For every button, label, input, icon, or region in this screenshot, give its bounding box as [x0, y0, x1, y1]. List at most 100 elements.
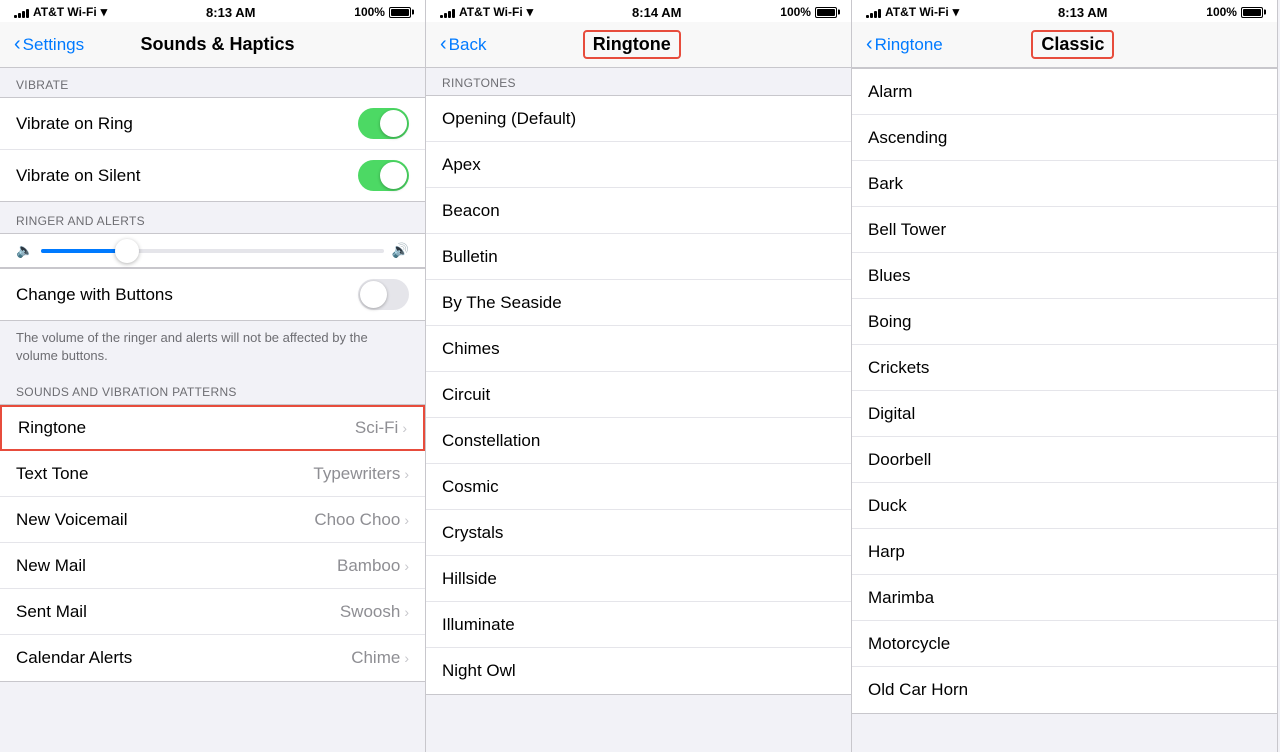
toggle-vibrate-ring[interactable]	[358, 108, 409, 139]
volume-slider-container: 🔈 🔊	[0, 233, 425, 268]
battery-icon-2	[815, 7, 837, 18]
value-new-mail: Bamboo ›	[337, 556, 409, 576]
list-item-4[interactable]: By The Seaside	[426, 280, 851, 326]
row-calendar-alerts[interactable]: Calendar Alerts Chime ›	[0, 635, 425, 681]
panel-classic: AT&T Wi-Fi ▾ 8:13 AM 100% ‹ Ringtone Cla…	[852, 0, 1278, 752]
battery-icon-3	[1241, 7, 1263, 18]
back-button-1[interactable]: ‹ Settings	[14, 33, 84, 56]
status-right-1: 100%	[354, 5, 411, 19]
list-item-12[interactable]: Night Owl	[426, 648, 851, 694]
sounds-group: Ringtone Sci-Fi › Text Tone Typewriters …	[0, 404, 425, 682]
row-text-tone[interactable]: Text Tone Typewriters ›	[0, 451, 425, 497]
classic-item-12[interactable]: Motorcycle	[852, 621, 1277, 667]
value-calendar-alerts: Chime ›	[351, 648, 409, 668]
time-1: 8:13 AM	[206, 5, 255, 20]
row-new-voicemail[interactable]: New Voicemail Choo Choo ›	[0, 497, 425, 543]
list-item-6[interactable]: Circuit	[426, 372, 851, 418]
nav-bar-1: ‹ Settings Sounds & Haptics	[0, 22, 425, 68]
row-vibrate-silent[interactable]: Vibrate on Silent	[0, 150, 425, 201]
battery-pct-1: 100%	[354, 5, 385, 19]
status-left-2: AT&T Wi-Fi ▾	[440, 4, 533, 20]
row-new-mail[interactable]: New Mail Bamboo ›	[0, 543, 425, 589]
list-item-10[interactable]: Hillside	[426, 556, 851, 602]
list-item-5[interactable]: Chimes	[426, 326, 851, 372]
classic-item-9[interactable]: Duck	[852, 483, 1277, 529]
status-bar-1: AT&T Wi-Fi ▾ 8:13 AM 100%	[0, 0, 425, 22]
row-change-buttons[interactable]: Change with Buttons	[0, 269, 425, 320]
chevron-calendar-alerts: ›	[404, 650, 409, 666]
carrier-2: AT&T Wi-Fi	[459, 5, 523, 19]
classic-item-1[interactable]: Ascending	[852, 115, 1277, 161]
status-left-1: AT&T Wi-Fi ▾	[14, 4, 107, 20]
chevron-new-mail: ›	[404, 558, 409, 574]
battery-icon-1	[389, 7, 411, 18]
battery-pct-3: 100%	[1206, 5, 1237, 19]
toggle-thumb-vibrate-silent	[380, 162, 407, 189]
label-change-buttons: Change with Buttons	[16, 285, 173, 305]
value-new-voicemail: Choo Choo ›	[314, 510, 409, 530]
back-button-2[interactable]: ‹ Back	[440, 33, 486, 56]
vibrate-group: Vibrate on Ring Vibrate on Silent	[0, 97, 425, 202]
label-sent-mail: Sent Mail	[16, 602, 87, 622]
ringtones-scroll[interactable]: Opening (Default) Apex Beacon Bulletin B…	[426, 95, 851, 752]
label-vibrate-ring: Vibrate on Ring	[16, 114, 133, 134]
label-ringtone: Ringtone	[18, 418, 86, 438]
time-3: 8:13 AM	[1058, 5, 1107, 20]
classic-item-3[interactable]: Bell Tower	[852, 207, 1277, 253]
toggle-change-buttons[interactable]	[358, 279, 409, 310]
back-button-3[interactable]: ‹ Ringtone	[866, 33, 943, 56]
list-item-0[interactable]: Opening (Default)	[426, 96, 851, 142]
toggle-thumb-change-buttons	[360, 281, 387, 308]
battery-pct-2: 100%	[780, 5, 811, 19]
list-item-2[interactable]: Beacon	[426, 188, 851, 234]
list-item-1[interactable]: Apex	[426, 142, 851, 188]
status-bar-3: AT&T Wi-Fi ▾ 8:13 AM 100%	[852, 0, 1277, 22]
volume-low-icon: 🔈	[16, 242, 33, 259]
panel1-scroll[interactable]: VIBRATE Vibrate on Ring Vibrate on Silen…	[0, 68, 425, 752]
row-sent-mail[interactable]: Sent Mail Swoosh ›	[0, 589, 425, 635]
chevron-ringtone: ›	[402, 420, 407, 436]
volume-slider-track[interactable]	[41, 249, 383, 253]
signal-icon-1	[14, 7, 29, 18]
classic-item-7[interactable]: Digital	[852, 391, 1277, 437]
chevron-sent-mail: ›	[404, 604, 409, 620]
toggle-vibrate-silent[interactable]	[358, 160, 409, 191]
classic-item-11[interactable]: Marimba	[852, 575, 1277, 621]
label-calendar-alerts: Calendar Alerts	[16, 648, 132, 668]
classic-scroll[interactable]: Alarm Ascending Bark Bell Tower Blues Bo…	[852, 68, 1277, 752]
nav-bar-3: ‹ Ringtone Classic	[852, 22, 1277, 68]
label-new-voicemail: New Voicemail	[16, 510, 128, 530]
time-2: 8:14 AM	[632, 5, 681, 20]
wifi-icon-1: ▾	[101, 4, 108, 20]
wifi-icon-3: ▾	[953, 4, 960, 20]
ringtones-group: Opening (Default) Apex Beacon Bulletin B…	[426, 95, 851, 695]
value-ringtone: Sci-Fi ›	[355, 418, 407, 438]
volume-high-icon: 🔊	[392, 242, 409, 259]
list-item-3[interactable]: Bulletin	[426, 234, 851, 280]
ringtone-value-text: Sci-Fi	[355, 418, 398, 438]
panel-sounds-haptics: AT&T Wi-Fi ▾ 8:13 AM 100% ‹ Settings Sou…	[0, 0, 426, 752]
label-text-tone: Text Tone	[16, 464, 88, 484]
list-item-9[interactable]: Crystals	[426, 510, 851, 556]
row-vibrate-ring[interactable]: Vibrate on Ring	[0, 98, 425, 150]
classic-group: Alarm Ascending Bark Bell Tower Blues Bo…	[852, 68, 1277, 714]
status-left-3: AT&T Wi-Fi ▾	[866, 4, 959, 20]
classic-item-5[interactable]: Boing	[852, 299, 1277, 345]
section-header-vibrate: VIBRATE	[0, 68, 425, 97]
classic-item-4[interactable]: Blues	[852, 253, 1277, 299]
row-ringtone[interactable]: Ringtone Sci-Fi ›	[0, 405, 425, 451]
panel-ringtone: AT&T Wi-Fi ▾ 8:14 AM 100% ‹ Back Rington…	[426, 0, 852, 752]
classic-item-8[interactable]: Doorbell	[852, 437, 1277, 483]
classic-item-10[interactable]: Harp	[852, 529, 1277, 575]
volume-slider-thumb[interactable]	[115, 239, 139, 263]
classic-item-13[interactable]: Old Car Horn	[852, 667, 1277, 713]
classic-item-2[interactable]: Bark	[852, 161, 1277, 207]
list-item-11[interactable]: Illuminate	[426, 602, 851, 648]
classic-item-6[interactable]: Crickets	[852, 345, 1277, 391]
back-label-1: Settings	[23, 35, 84, 55]
list-item-8[interactable]: Cosmic	[426, 464, 851, 510]
nav-title-3: Classic	[1031, 30, 1114, 59]
status-bar-2: AT&T Wi-Fi ▾ 8:14 AM 100%	[426, 0, 851, 22]
list-item-7[interactable]: Constellation	[426, 418, 851, 464]
classic-item-0[interactable]: Alarm	[852, 69, 1277, 115]
